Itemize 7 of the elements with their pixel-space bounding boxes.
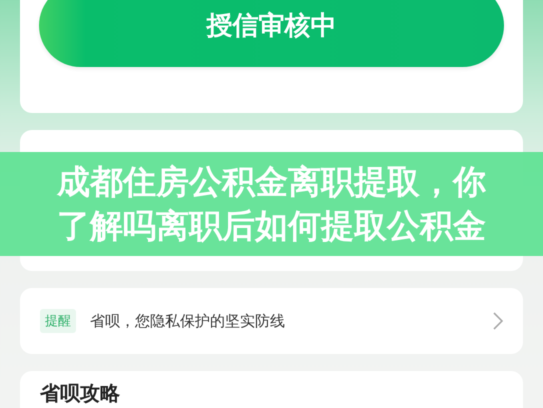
banner-title-line: 了解吗离职后如何提取公积金 bbox=[57, 205, 486, 247]
guide-title: 省呗攻略 bbox=[40, 382, 120, 404]
notice-text: 省呗，您隐私保护的坚实防线 bbox=[90, 312, 286, 330]
banner-title-line: 成都住房公积金离职提取，你 bbox=[57, 161, 486, 203]
chevron-right-icon bbox=[493, 312, 503, 330]
notice-card[interactable]: 提醒 省呗，您隐私保护的坚实防线 bbox=[20, 288, 523, 354]
notice-tag: 提醒 bbox=[40, 309, 76, 333]
